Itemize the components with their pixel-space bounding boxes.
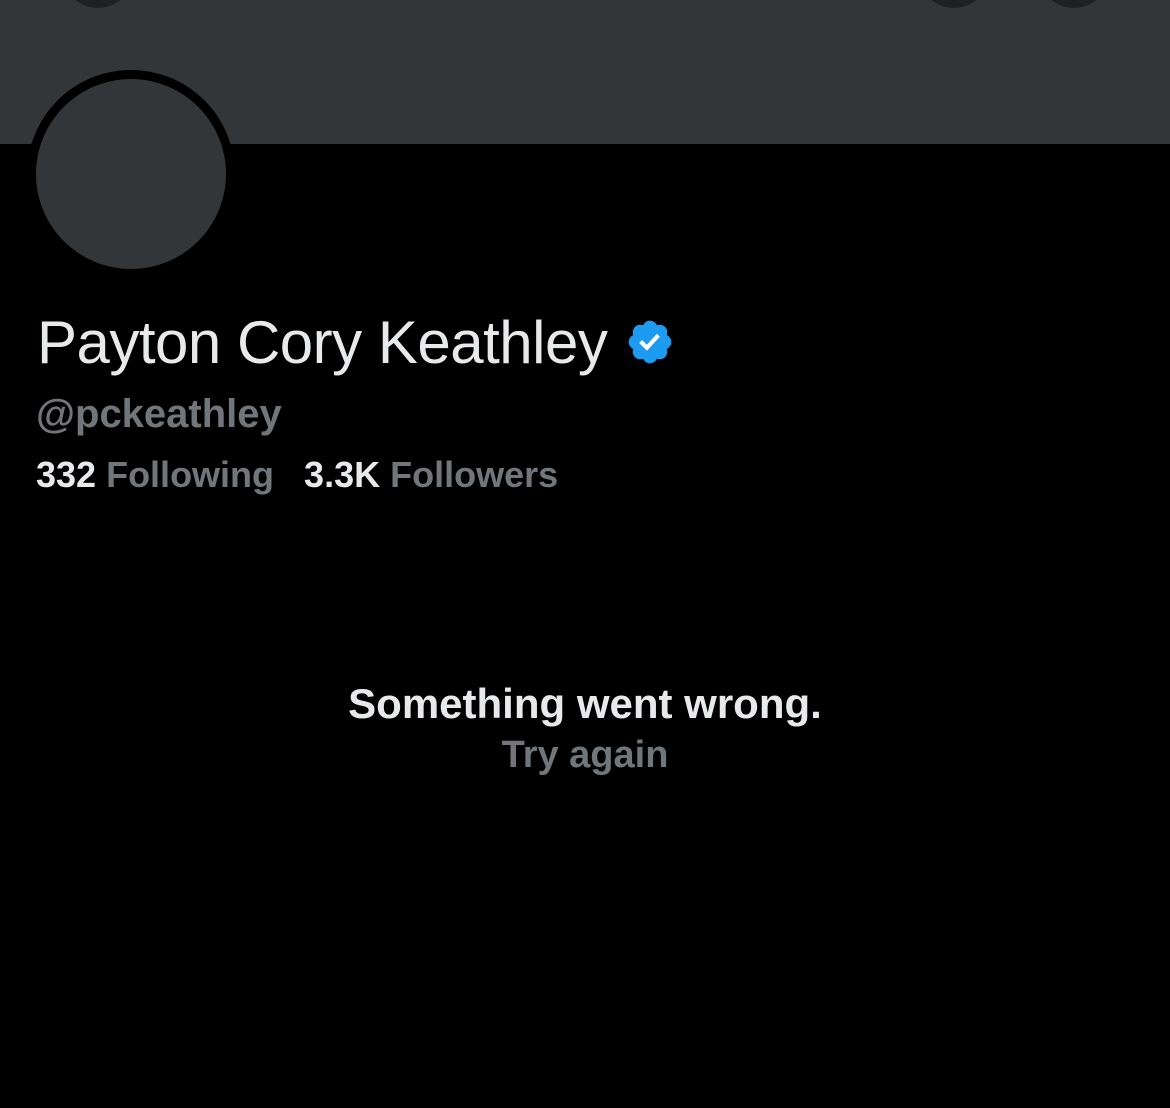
verified-badge-icon[interactable] bbox=[625, 317, 675, 367]
try-again-button[interactable]: Try again bbox=[502, 730, 669, 780]
following-label: Following bbox=[106, 454, 275, 495]
followers-count: 3.3K bbox=[304, 454, 381, 495]
profile-page: Payton Cory Keathley @pckeathley 332 Fol… bbox=[0, 0, 1170, 1108]
following-count: 332 bbox=[36, 454, 97, 495]
error-message: Something went wrong. bbox=[348, 680, 822, 727]
following-link[interactable]: 332 Following bbox=[36, 454, 274, 496]
search-button[interactable] bbox=[918, 0, 990, 8]
error-state: Something went wrong. Try again bbox=[0, 678, 1170, 780]
avatar[interactable] bbox=[36, 79, 226, 269]
avatar-frame[interactable] bbox=[27, 70, 235, 278]
profile-handle: @pckeathley bbox=[36, 392, 282, 436]
display-name: Payton Cory Keathley bbox=[37, 308, 608, 376]
followers-link[interactable]: 3.3K Followers bbox=[304, 454, 558, 496]
profile-name-row: Payton Cory Keathley bbox=[37, 306, 675, 378]
profile-stats: 332 Following 3.3K Followers bbox=[36, 454, 558, 496]
more-button[interactable] bbox=[1038, 0, 1110, 8]
back-button[interactable] bbox=[62, 0, 134, 8]
followers-label: Followers bbox=[390, 454, 559, 495]
